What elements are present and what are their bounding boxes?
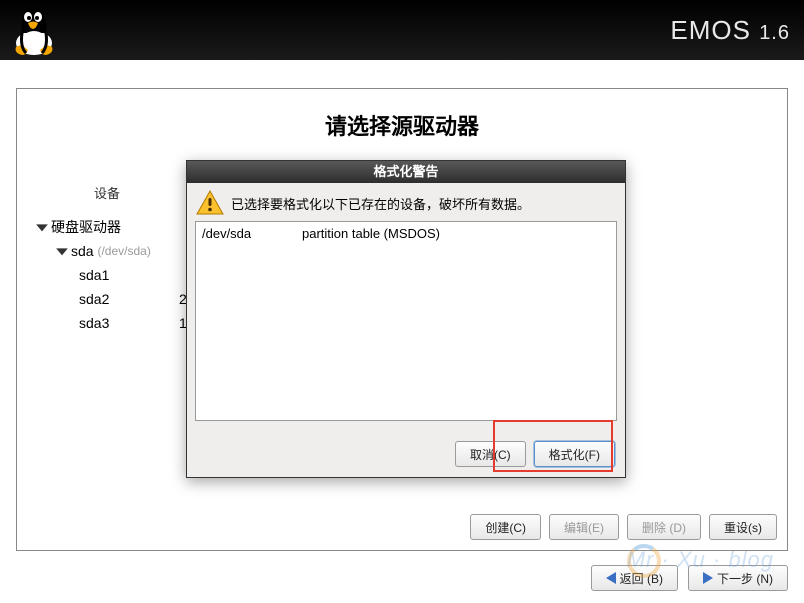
warning-icon	[195, 189, 225, 217]
partition-label: sda1	[79, 267, 179, 283]
chevron-down-icon[interactable]	[35, 222, 49, 232]
tux-logo-icon	[6, 3, 62, 57]
dialog-buttons: 取消(C) 格式化(F)	[455, 441, 615, 467]
device-path: /dev/sda	[202, 226, 302, 241]
back-button[interactable]: 返回 (B)	[591, 565, 678, 591]
cancel-button[interactable]: 取消(C)	[455, 441, 526, 467]
delete-button: 删除 (D)	[627, 514, 701, 540]
dialog-message: 已选择要格式化以下已存在的设备，破坏所有数据。	[231, 194, 530, 213]
format-warning-dialog: 格式化警告 已选择要格式化以下已存在的设备，破坏所有数据。 /dev/sda p…	[186, 160, 626, 478]
edit-button: 编辑(E)	[549, 514, 619, 540]
dialog-message-row: 已选择要格式化以下已存在的设备，破坏所有数据。	[195, 189, 617, 217]
next-button[interactable]: 下一步 (N)	[688, 565, 788, 591]
logo-area	[6, 3, 62, 57]
page-title: 请选择源驱动器	[17, 89, 787, 155]
app-header: EMOS 1.6	[0, 0, 804, 60]
disk-name: sda	[71, 243, 94, 259]
create-button[interactable]: 创建(C)	[470, 514, 541, 540]
nav-bar: 返回 (B) 下一步 (N)	[591, 565, 788, 591]
dialog-device-list: /dev/sda partition table (MSDOS)	[195, 221, 617, 421]
brand-title: EMOS 1.6	[670, 15, 790, 46]
partition-label: sda2	[79, 291, 179, 307]
list-item: /dev/sda partition table (MSDOS)	[202, 226, 610, 241]
arrow-left-icon	[606, 572, 616, 584]
action-bar: 创建(C) 编辑(E) 删除 (D) 重设(s)	[470, 514, 777, 540]
chevron-down-icon[interactable]	[55, 246, 69, 256]
disk-path: (/dev/sda)	[97, 244, 150, 258]
reset-button[interactable]: 重设(s)	[709, 514, 777, 540]
format-button[interactable]: 格式化(F)	[534, 441, 615, 467]
col-device-header: 设备	[27, 183, 187, 202]
partition-label: sda3	[79, 315, 179, 331]
arrow-right-icon	[703, 572, 713, 584]
dialog-title: 格式化警告	[187, 161, 625, 183]
device-detail: partition table (MSDOS)	[302, 226, 440, 241]
tree-root-label: 硬盘驱动器	[51, 217, 121, 237]
